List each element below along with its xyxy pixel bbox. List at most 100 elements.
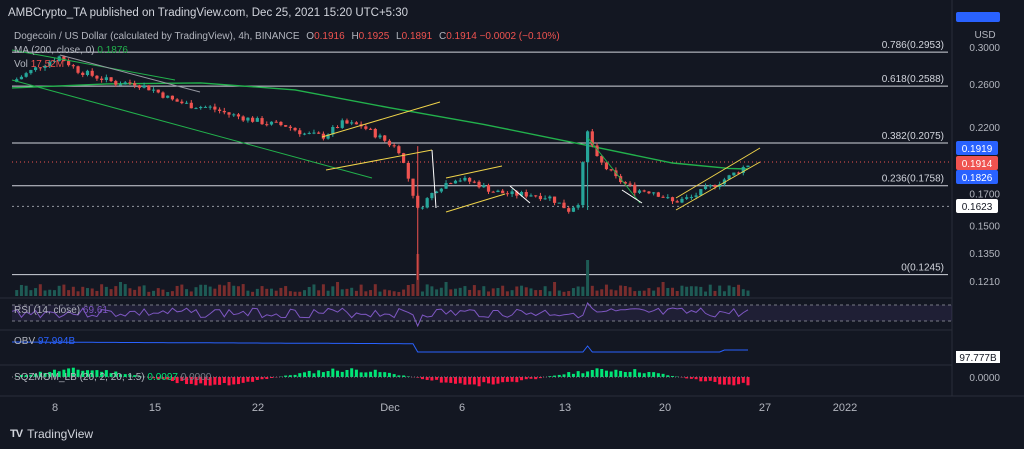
- candle-body: [449, 183, 453, 185]
- candle-body: [354, 122, 359, 125]
- tradingview-watermark[interactable]: TV TradingView: [10, 427, 93, 441]
- candle-body: [213, 106, 217, 110]
- volume-legend[interactable]: Vol 17.52M: [14, 59, 64, 70]
- volume-bar: [269, 288, 273, 296]
- volume-bar: [567, 291, 571, 296]
- volume-bar: [373, 284, 377, 296]
- candle-body: [496, 190, 500, 193]
- sqz-histogram-bar: [642, 373, 646, 377]
- rsi-label: RSI (14, close): [14, 305, 81, 316]
- volume-bar: [152, 290, 156, 296]
- volume-bar: [369, 290, 373, 296]
- sqz-histogram-bar: [236, 377, 240, 385]
- volume-bar: [468, 289, 472, 296]
- volume-bar: [95, 290, 99, 296]
- sqz-histogram-bar: [713, 377, 717, 382]
- sqz-histogram-bar: [251, 377, 255, 382]
- rsi-legend[interactable]: RSI (14, close) 69.61: [14, 305, 108, 316]
- candle-body: [114, 81, 118, 85]
- sqz-histogram-bar: [354, 369, 358, 377]
- volume-bar: [628, 287, 632, 296]
- sqz-histogram-bar: [468, 377, 472, 385]
- volume-bar: [208, 286, 212, 296]
- publisher-line: AMBCrypto_TA published on TradingView.co…: [8, 7, 409, 19]
- sqz-histogram-bar: [491, 377, 495, 385]
- sqz-label: SQZMOM_LB (20, 2, 20, 1.5): [14, 372, 145, 383]
- candle-body: [486, 185, 491, 192]
- volume-bar: [364, 291, 368, 296]
- volume-bar: [586, 260, 590, 296]
- candle-body: [274, 121, 278, 123]
- volume-bar: [317, 290, 321, 296]
- candle-body: [685, 197, 689, 199]
- candle-body: [666, 197, 670, 199]
- sqz-histogram-bar: [336, 370, 340, 377]
- candle-body: [170, 95, 175, 100]
- volume-bar: [166, 291, 170, 296]
- open-label: O: [306, 31, 315, 42]
- volume-bar: [378, 291, 382, 296]
- price-tag-label: 0.1919: [962, 144, 993, 155]
- x-axis-tick-label: Dec: [380, 402, 400, 414]
- vol-label: Vol: [14, 59, 28, 70]
- sqz-histogram-bar: [704, 377, 708, 382]
- candle-body: [675, 201, 679, 203]
- sqz-histogram-bar: [246, 377, 250, 382]
- obv-legend[interactable]: OBV 97.994B: [14, 336, 75, 347]
- volume-bar: [71, 286, 75, 296]
- sqz-legend[interactable]: SQZMOM_LB (20, 2, 20, 1.5) 0.0097 0.0000: [14, 372, 211, 383]
- volume-bar: [62, 284, 66, 296]
- candle-body: [491, 191, 495, 193]
- candle-body: [642, 190, 646, 192]
- volume-bar: [34, 288, 38, 296]
- volume-bar: [203, 284, 207, 296]
- sqz-histogram-bar: [496, 377, 500, 384]
- candle-body: [468, 177, 472, 182]
- candle-body: [652, 192, 656, 194]
- volume-bar: [623, 285, 627, 296]
- sqz-histogram-bar: [453, 377, 457, 384]
- volume-bar: [15, 290, 19, 296]
- channel-line: [325, 149, 433, 171]
- sqz-histogram-bar: [303, 372, 307, 377]
- sqz-histogram-bar: [737, 377, 741, 385]
- volume-bar: [255, 288, 259, 296]
- candle-body: [222, 110, 226, 113]
- candle-body: [284, 125, 288, 127]
- volume-bar: [260, 286, 264, 296]
- sqz-histogram-bar: [463, 377, 467, 385]
- y-axis-tick-label: 0.2600: [969, 80, 1000, 91]
- candle-body: [161, 92, 165, 98]
- volume-bar: [345, 288, 349, 296]
- volume-bar: [185, 289, 189, 296]
- volume-bar: [213, 288, 217, 296]
- volume-bar: [666, 287, 670, 296]
- sqz-histogram-bar: [340, 371, 344, 377]
- sqz-histogram-bar: [652, 372, 656, 377]
- x-axis-tick-label: 20: [659, 402, 671, 414]
- channel-line: [445, 165, 503, 179]
- volume-bar: [553, 282, 557, 296]
- candle-body: [128, 82, 132, 84]
- candle-body: [458, 180, 462, 182]
- volume-bar: [538, 290, 542, 296]
- volume-bar: [449, 289, 453, 296]
- candle-body: [166, 95, 170, 98]
- candle-body: [203, 106, 208, 108]
- sqz-histogram-bar: [746, 377, 750, 386]
- sqz-histogram-bar: [567, 372, 571, 377]
- volume-bar: [472, 285, 476, 296]
- candle-body: [199, 106, 203, 109]
- volume-bar: [279, 287, 283, 296]
- sqz-histogram-bar: [576, 371, 580, 377]
- volume-bar: [383, 289, 387, 296]
- candle-body: [260, 118, 264, 125]
- sqz-histogram-bar: [647, 372, 651, 377]
- volume-bar: [90, 288, 94, 296]
- sqz-histogram-bar: [510, 377, 514, 382]
- candle-body: [217, 109, 222, 111]
- ma-legend[interactable]: MA (200, close, 0) 0.1876: [14, 45, 128, 56]
- symbol-legend[interactable]: Dogecoin / US Dollar (calculated by Trad…: [14, 31, 560, 42]
- candle-body: [67, 61, 71, 66]
- candle-body: [180, 101, 184, 104]
